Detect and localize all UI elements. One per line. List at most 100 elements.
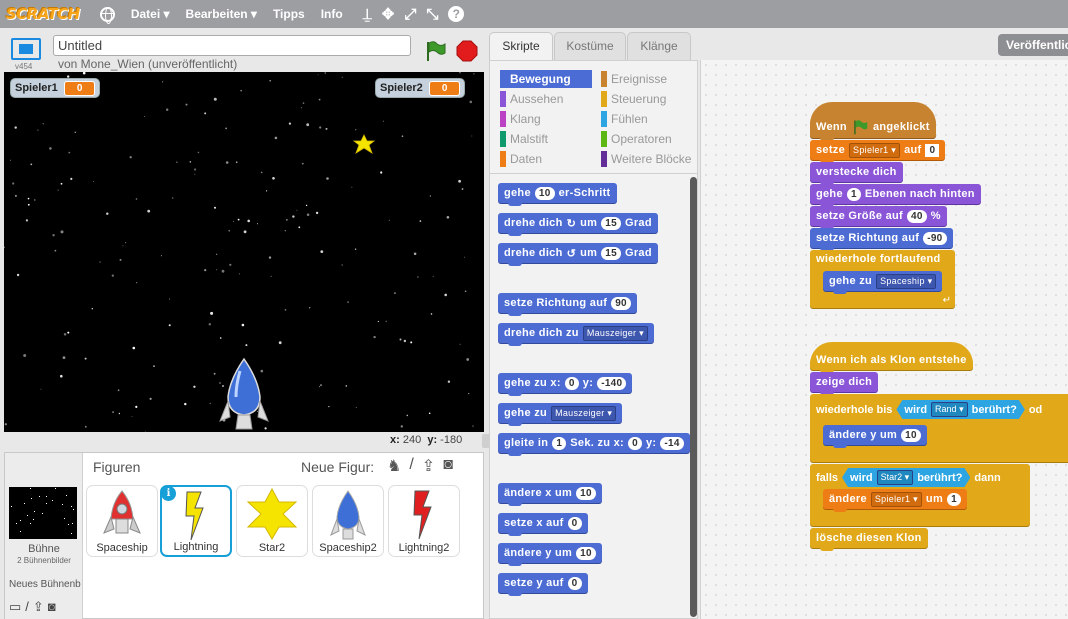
camera-sprite-icon[interactable]: ◙ — [443, 456, 453, 476]
loop-arrow-icon: ↵ — [942, 295, 951, 306]
upload-sprite-icon[interactable]: ⇪ — [422, 456, 435, 476]
green-flag-icon — [854, 120, 868, 135]
tab-skripte[interactable]: Skripte — [489, 32, 553, 61]
category-daten[interactable]: Daten — [500, 150, 542, 168]
menu-bearbeiten[interactable]: Bearbeiten ▾ — [186, 7, 257, 21]
block-verstecke-dich[interactable]: verstecke dich — [810, 162, 903, 185]
paint-backdrop-icon[interactable]: / — [25, 599, 29, 615]
stage[interactable]: Spieler1 0 Spieler2 0 — [4, 72, 484, 432]
shrink-icon[interactable]: ⤡ — [426, 6, 438, 23]
category-ereignisse[interactable]: Ereignisse — [601, 70, 667, 88]
variable-value: 0 — [63, 80, 96, 96]
stage-label: Bühne — [28, 543, 60, 555]
category-klang[interactable]: Klang — [500, 110, 541, 128]
block-drehe-links[interactable]: drehe dich ↺ um 15 Grad — [498, 243, 658, 266]
category-bewegung[interactable]: Bewegung — [500, 70, 592, 88]
block-aendere-y-um[interactable]: ändere y um 10 — [823, 425, 927, 448]
backdrop-library-icon[interactable]: ▭ — [9, 599, 21, 615]
block-palette: Bewegung Aussehen Klang Malstift Daten E… — [489, 60, 698, 619]
block-gleite[interactable]: gleite in 1 Sek. zu x: 0 y: -14 — [498, 433, 690, 456]
category-aussehen[interactable]: Aussehen — [500, 90, 563, 108]
block-setze-richtung[interactable]: setze Richtung auf -90 — [810, 228, 953, 251]
sprite-tile-lightning[interactable]: i Lightning — [160, 485, 232, 557]
block-gehe-zu-xy[interactable]: gehe zu x: 0 y: -140 — [498, 373, 633, 396]
scripts-area[interactable]: Wenn angeklickt setzeSpieler1auf0 verste… — [700, 60, 1068, 619]
sprite-library-icon[interactable]: ♞ — [387, 456, 401, 476]
spaceship2-thumbnail-icon — [330, 490, 366, 540]
palette-divider — [490, 173, 697, 174]
variable-name: Spieler1 — [15, 82, 58, 94]
sprite-pane: Bühne 2 Bühnenbilder Neues Bühnenb ▭ / ⇪… — [4, 452, 484, 619]
info-icon[interactable]: i — [161, 486, 176, 501]
block-setze-groesse[interactable]: setze Größe auf 40% — [810, 206, 947, 229]
menu-datei[interactable]: Datei ▾ — [131, 7, 170, 21]
version-label: v454 — [15, 62, 33, 71]
duplicate-stamp-icon[interactable]: ⍊ — [363, 6, 372, 23]
block-aendere-y[interactable]: ändere y um 10 — [498, 543, 602, 566]
star-thumbnail-icon — [246, 487, 298, 540]
backdrop-count: 2 Bühnenbilder — [17, 556, 71, 565]
block-setze-variable[interactable]: setzeSpieler1auf0 — [810, 140, 946, 163]
hat-green-flag[interactable]: Wenn angeklickt — [810, 102, 936, 141]
block-gehe-schritt[interactable]: gehe 10 er-Schritt — [498, 183, 617, 206]
category-malstift[interactable]: Malstift — [500, 130, 548, 148]
category-fuehlen[interactable]: Fühlen — [601, 110, 648, 128]
delete-scissors-icon[interactable]: ✥ — [382, 5, 395, 23]
tab-kostueme[interactable]: Kostüme — [554, 32, 626, 60]
stop-sign-icon[interactable] — [456, 40, 478, 62]
new-backdrop-label: Neues Bühnenb — [9, 579, 81, 590]
paint-sprite-icon[interactable]: / — [409, 456, 413, 476]
block-setze-y[interactable]: setze y auf 0 — [498, 573, 588, 596]
author-label: von Mone_Wien (unveröffentlicht) — [58, 57, 238, 71]
spaceship-thumbnail-icon — [103, 490, 141, 534]
block-setze-x[interactable]: setze x auf 0 — [498, 513, 588, 536]
grow-icon[interactable]: ⤢ — [404, 6, 416, 23]
block-drehe-rechts[interactable]: drehe dich ↻ um 15 Grad — [498, 213, 658, 236]
category-weitere-bloecke[interactable]: Weitere Blöcke — [601, 150, 691, 168]
sensing-touching-star2[interactable]: wirdStar2berührt? — [842, 468, 970, 487]
stage-selector[interactable]: Bühne 2 Bühnenbilder Neues Bühnenb ▭ / ⇪… — [5, 453, 83, 619]
stage-thumbnail[interactable] — [9, 487, 77, 539]
lightning-thumbnail-icon — [185, 491, 204, 541]
block-gehe-ebenen[interactable]: gehe 1 Ebenen nach hinten — [810, 184, 981, 207]
sprite-tile-spaceship[interactable]: Spaceship — [86, 485, 158, 557]
menu-tipps[interactable]: Tipps — [273, 7, 305, 21]
new-sprite-label: Neue Figur: — [301, 459, 375, 475]
spaceship-sprite[interactable] — [218, 357, 270, 432]
sprites-header: Figuren — [93, 459, 141, 475]
block-drehe-zu[interactable]: drehe dich zu Mauszeiger — [498, 323, 654, 346]
hat-wenn-klon[interactable]: Wenn ich als Klon entstehe — [810, 342, 973, 373]
publish-button[interactable]: Veröffentlichen — [998, 34, 1068, 56]
sprite-tile-lightning2[interactable]: Lightning2 — [388, 485, 460, 557]
lightning2-thumbnail-icon — [413, 490, 432, 540]
variable-monitor-spieler2[interactable]: Spieler2 0 — [375, 78, 466, 98]
tab-klaenge[interactable]: Klänge — [627, 32, 691, 60]
help-icon[interactable]: ? — [448, 6, 465, 22]
variable-monitor-spieler1[interactable]: Spieler1 0 — [10, 78, 101, 98]
block-gehe-zu[interactable]: gehe zu Mauszeiger — [498, 403, 623, 426]
sprite-tile-star2[interactable]: Star2 — [236, 485, 308, 557]
block-setze-richtung[interactable]: setze Richtung auf 90 — [498, 293, 637, 316]
palette-scrollbar[interactable] — [690, 177, 697, 617]
star-sprite[interactable] — [353, 134, 375, 156]
category-steuerung[interactable]: Steuerung — [601, 90, 666, 108]
language-globe-icon[interactable] — [99, 6, 115, 24]
sprite-tile-spaceship2[interactable]: Spaceship2 — [312, 485, 384, 557]
rotate-right-icon: ↻ — [566, 217, 577, 230]
block-loesche-klon[interactable]: lösche diesen Klon — [810, 528, 928, 551]
presentation-mode-icon[interactable] — [11, 38, 41, 60]
sensing-touching-rand[interactable]: wirdRandberührt? — [896, 400, 1024, 419]
variable-value: 0 — [428, 80, 461, 96]
category-operatoren[interactable]: Operatoren — [601, 130, 672, 148]
block-gehe-zu-sprite[interactable]: gehe zu Spaceship — [823, 271, 943, 294]
block-aendere-variable[interactable]: ändereSpieler1um1 — [823, 489, 968, 512]
camera-backdrop-icon[interactable]: ◙ — [48, 599, 56, 615]
green-flag-icon[interactable] — [424, 40, 446, 62]
mouse-coordinates: x: 240 y: -180 — [390, 434, 463, 446]
upload-backdrop-icon[interactable]: ⇪ — [33, 599, 44, 615]
block-zeige-dich[interactable]: zeige dich — [810, 372, 879, 395]
menu-info[interactable]: Info — [321, 7, 343, 21]
scratch-logo[interactable]: SCRATCH — [6, 5, 80, 23]
block-aendere-x[interactable]: ändere x um 10 — [498, 483, 602, 506]
project-title-input[interactable] — [53, 35, 411, 56]
